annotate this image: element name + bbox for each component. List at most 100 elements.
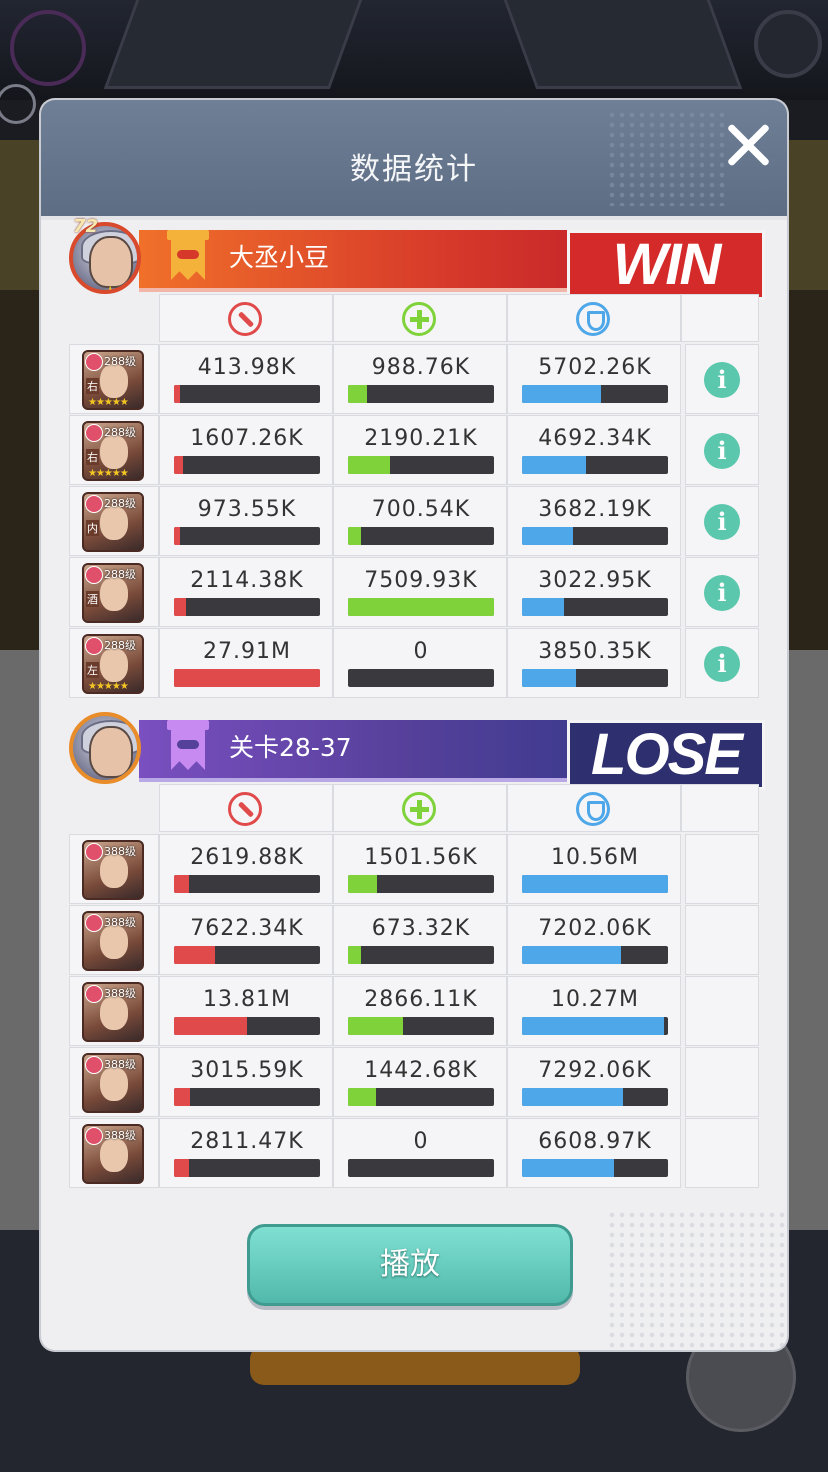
shield-value: 5702.26K [538,355,652,380]
info-cell [685,834,759,904]
hero-portrait[interactable]: 288级右 ★★★★★ [82,421,144,481]
heal-bar-fill [348,385,367,403]
hero-stat-row: 288级左 ★★★★★ 27.91M 0 3850.35K i [69,628,759,698]
shield-bar-fill [522,456,587,474]
heal-bar-fill [348,946,362,964]
heal-value: 1442.68K [364,1058,478,1083]
info-icon[interactable]: i [704,433,740,469]
info-icon[interactable]: i [704,504,740,540]
element-icon [85,637,103,655]
result-badge-win: WIN [567,230,765,300]
shield-value: 6608.97K [538,1129,652,1154]
hero-portrait[interactable]: 388级 [82,840,144,900]
damage-cell: 3015.59K [159,1047,333,1117]
close-icon[interactable] [723,120,773,170]
info-cell [685,1047,759,1117]
damage-bar-fill [174,598,186,616]
damage-bar-fill [174,669,320,687]
hero-stat-row: 288级右 ★★★★★ 1607.26K 2190.21K 4692.34K i [69,415,759,485]
damage-bar [174,527,320,545]
damage-value: 3015.59K [190,1058,304,1083]
heal-bar [348,385,494,403]
team-banner: 大丞小豆 WIN ★ 72 [69,216,765,300]
heal-bar-fill [348,598,494,616]
shield-bar [522,875,668,893]
hero-cell: 388级 [69,1118,159,1188]
shield-bar-fill [522,875,668,893]
element-icon [85,1056,103,1074]
heal-bar [348,527,494,545]
hero-cell: 288级内 [69,486,159,556]
shield-bar [522,527,668,545]
element-icon [85,424,103,442]
shield-value: 10.56M [551,845,639,870]
stat-icon-row [159,784,759,832]
info-cell: i [685,415,759,485]
element-icon [85,914,103,932]
info-icon[interactable]: i [704,646,740,682]
heal-cell: 7509.93K [333,557,507,627]
hero-cell: 388级 [69,834,159,904]
leader-avatar[interactable] [69,712,141,784]
heal-bar [348,1088,494,1106]
shield-icon [576,792,610,826]
shield-icon [576,302,610,336]
hero-level: 388级 [104,1129,136,1142]
info-icon[interactable]: i [704,362,740,398]
shield-value: 3682.19K [538,497,652,522]
dialog-title: 数据统计 [350,152,478,187]
hero-portrait[interactable]: 288级酒 [82,563,144,623]
hero-portrait[interactable]: 288级内 [82,492,144,552]
shield-bar [522,385,668,403]
heal-cell: 673.32K [333,905,507,975]
element-icon [85,843,103,861]
hero-cell: 388级 [69,976,159,1046]
damage-value: 13.81M [203,987,291,1012]
shield-cell: 3022.95K [507,557,681,627]
shield-value: 3022.95K [538,568,652,593]
hero-portrait[interactable]: 288级左 ★★★★★ [82,634,144,694]
hero-stat-row: 388级 13.81M 2866.11K 10.27M [69,976,759,1046]
damage-bar [174,946,320,964]
hero-cell: 288级右 ★★★★★ [69,415,159,485]
heal-value: 2190.21K [364,426,478,451]
leader-level-badge: 72 [73,216,99,237]
hero-portrait[interactable]: 288级右 ★★★★★ [82,350,144,410]
heal-cell: 1501.56K [333,834,507,904]
shield-bar [522,598,668,616]
shield-value: 4692.34K [538,426,652,451]
damage-cell: 27.91M [159,628,333,698]
hero-stars: ★★★★★ [88,681,129,692]
damage-value: 413.98K [197,355,297,380]
hero-stat-row: 388级 2619.88K 1501.56K 10.56M [69,834,759,904]
heal-cell: 988.76K [333,344,507,414]
shield-value: 7292.06K [538,1058,652,1083]
damage-bar [174,456,320,474]
shield-bar [522,946,668,964]
hero-level: 288级 [104,497,136,510]
heal-bar [348,1017,494,1035]
star-icon: ★ [103,282,118,294]
info-icon[interactable]: i [704,575,740,611]
heal-value: 1501.56K [364,845,478,870]
play-button[interactable]: 播放 [247,1224,573,1306]
damage-bar [174,875,320,893]
hero-level: 288级 [104,426,136,439]
damage-cell: 2811.47K [159,1118,333,1188]
bg-flower-icon [0,84,36,124]
hero-portrait[interactable]: 388级 [82,911,144,971]
hero-position-tag: 酒 [86,591,99,607]
team-flag-icon [167,720,209,772]
hero-portrait[interactable]: 388级 [82,982,144,1042]
hero-portrait[interactable]: 388级 [82,1053,144,1113]
heal-value: 700.54K [371,497,471,522]
hero-portrait[interactable]: 388级 [82,1124,144,1184]
hero-cell: 288级右 ★★★★★ [69,344,159,414]
info-cell [685,1118,759,1188]
team-name: 关卡28-37 [229,733,352,762]
team-banner: 关卡28-37 LOSE [69,712,765,790]
heal-cell: 1442.68K [333,1047,507,1117]
bg-player-avatar [10,10,86,86]
damage-cell: 13.81M [159,976,333,1046]
damage-cell: 1607.26K [159,415,333,485]
